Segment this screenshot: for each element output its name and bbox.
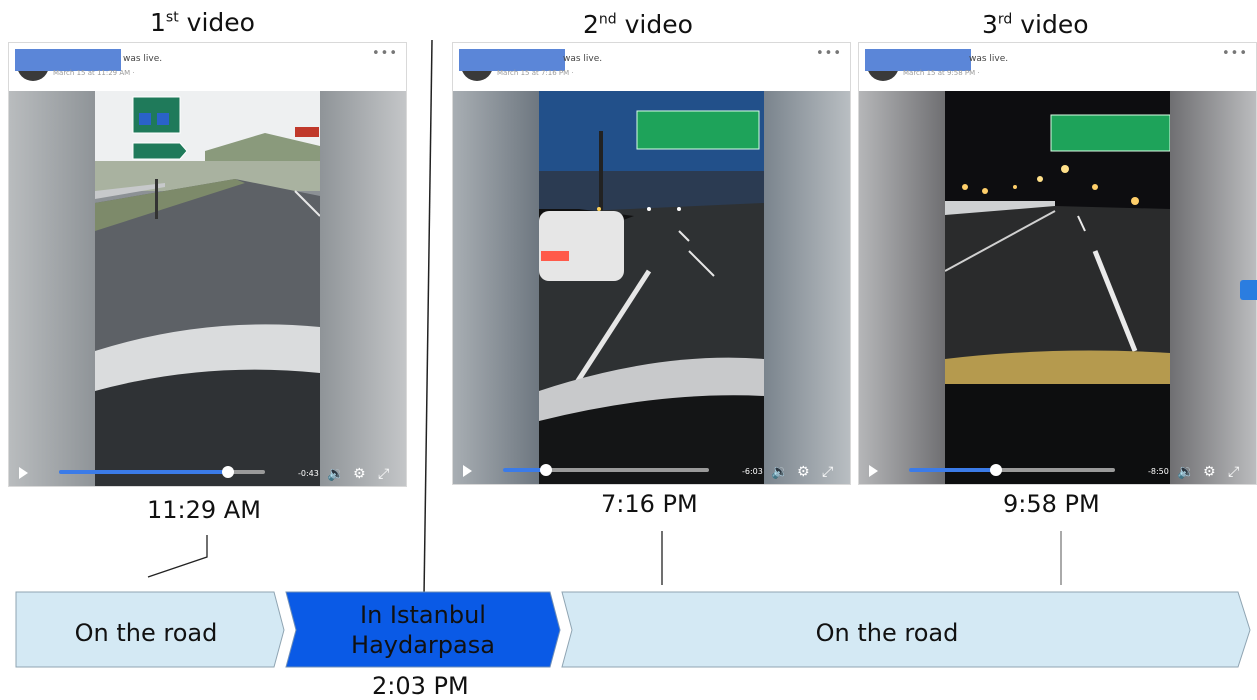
timeline [15, 591, 1251, 668]
segment-label-on-the-road-1: On the road [74, 619, 218, 647]
segment-label-on-the-road-2: On the road [815, 619, 959, 647]
time-label-istanbul: 2:03 PM [372, 672, 469, 700]
segment-label-istanbul: In Istanbul Haydarpasa [351, 601, 495, 659]
